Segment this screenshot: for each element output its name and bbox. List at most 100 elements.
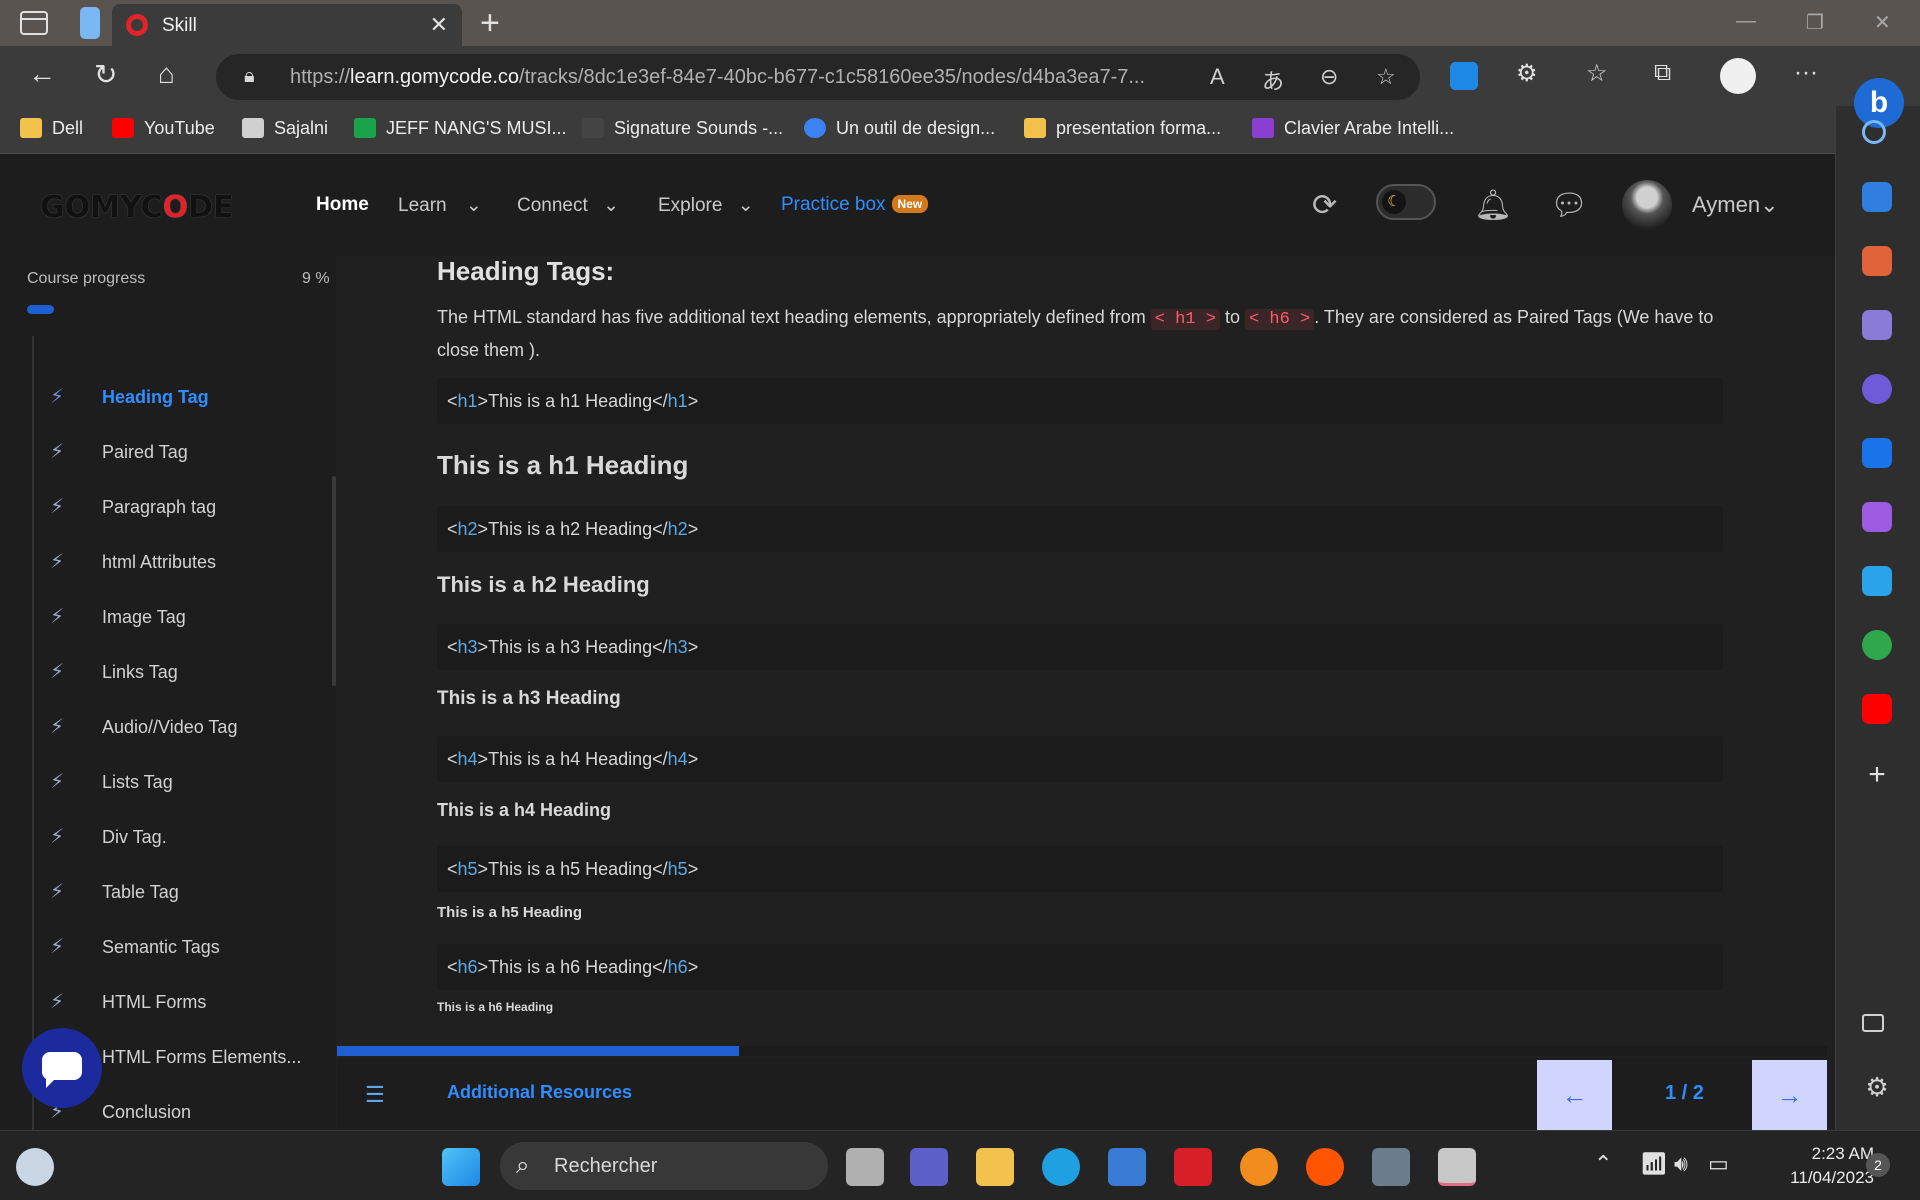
lock-icon[interactable]: 🔒︎: [244, 65, 255, 88]
lesson-item[interactable]: ⚡︎ Semantic Tags: [40, 928, 330, 968]
bookmark-item[interactable]: Signature Sounds -...: [582, 118, 783, 139]
bolt-icon: ⚡︎: [50, 496, 65, 518]
microsoft-store-icon[interactable]: [1108, 1148, 1146, 1186]
snipping-tool-icon[interactable]: [1438, 1148, 1476, 1186]
tab-actions-icon[interactable]: [20, 11, 48, 35]
bookmark-item[interactable]: presentation forma...: [1024, 118, 1221, 139]
home-icon[interactable]: ⌂: [158, 58, 175, 90]
lesson-item[interactable]: ⚡︎ Paired Tag: [40, 433, 330, 473]
favorites-icon[interactable]: ☆: [1586, 59, 1608, 88]
back-icon[interactable]: ←: [28, 58, 56, 90]
edge-icon[interactable]: [1042, 1148, 1080, 1186]
table-of-contents-icon[interactable]: ☰: [365, 1082, 385, 1108]
lesson-item[interactable]: ⚡︎ Audio//Video Tag: [40, 708, 330, 748]
nav-home[interactable]: Home: [316, 194, 369, 216]
more-icon[interactable]: ···: [1794, 59, 1818, 87]
minimize-icon[interactable]: —: [1736, 10, 1756, 33]
wifi-icon[interactable]: 📶︎: [1640, 1151, 1668, 1177]
battery-icon[interactable]: ▭: [1708, 1151, 1729, 1177]
shopping-tag-icon[interactable]: [1862, 182, 1892, 212]
nav-connect[interactable]: Connect ⌄: [517, 194, 619, 217]
additional-resources-link[interactable]: Additional Resources: [447, 1082, 632, 1103]
designer-icon[interactable]: [1862, 502, 1892, 532]
next-page-button[interactable]: →: [1752, 1060, 1827, 1130]
outlook-icon[interactable]: [1862, 438, 1892, 468]
gomycode-logo[interactable]: GOMYCODE: [40, 190, 234, 225]
browser-tab[interactable]: Skill ✕: [112, 4, 462, 46]
lesson-item[interactable]: ⚡︎ Links Tag: [40, 653, 330, 693]
lesson-item[interactable]: ⚡︎ Heading Tag: [40, 378, 330, 418]
bookmark-item[interactable]: Dell: [20, 118, 83, 139]
add-icon[interactable]: +: [1862, 760, 1892, 790]
support-chat-button[interactable]: [22, 1028, 102, 1108]
lesson-item[interactable]: ⚡︎ Table Tag: [40, 873, 330, 913]
teams-chat-icon[interactable]: [910, 1148, 948, 1186]
notifications-bell-icon[interactable]: 🔔︎: [1474, 188, 1512, 223]
lesson-item[interactable]: ⚡︎ Div Tag.: [40, 818, 330, 858]
nav-practice-box[interactable]: Practice box New: [781, 194, 929, 216]
url-text[interactable]: https://learn.gomycode.co/tracks/8dc1e3e…: [290, 66, 1145, 89]
weather-icon[interactable]: [16, 1148, 54, 1186]
tag-name: h4: [667, 749, 688, 769]
lesson-label: HTML Forms Elements...: [102, 1047, 302, 1067]
tab-close-icon[interactable]: ✕: [430, 12, 448, 38]
nav-explore[interactable]: Explore ⌄: [658, 194, 754, 217]
collections-icon[interactable]: ⧉: [1654, 59, 1671, 87]
bookmark-item[interactable]: Clavier Arabe Intelli...: [1252, 118, 1454, 139]
translate-icon[interactable]: あ: [1262, 64, 1284, 96]
taskbar-search[interactable]: ⌕ Rechercher: [500, 1142, 828, 1190]
restore-icon[interactable]: ❐: [1806, 10, 1824, 35]
tree-icon[interactable]: [1862, 630, 1892, 660]
camera-icon[interactable]: [1372, 1148, 1410, 1186]
user-menu[interactable]: Aymen⌄: [1692, 192, 1779, 218]
settings-icon[interactable]: ⚙: [1862, 1072, 1892, 1102]
soundcloud-icon[interactable]: [1306, 1148, 1344, 1186]
lesson-item[interactable]: ⚡︎ Image Tag: [40, 598, 330, 638]
sync-icon[interactable]: ⟳: [1312, 188, 1337, 223]
games-icon[interactable]: [1862, 310, 1892, 340]
profile-icon[interactable]: [1720, 58, 1756, 94]
telegram-icon[interactable]: [1862, 566, 1892, 596]
nav-learn[interactable]: Learn ⌄: [398, 194, 482, 217]
sidebar-scrollbar[interactable]: [332, 476, 336, 686]
messages-icon[interactable]: 💬︎: [1550, 188, 1588, 223]
volume-icon[interactable]: 🔊︎: [1674, 1151, 1688, 1177]
close-window-icon[interactable]: ✕: [1874, 10, 1891, 35]
lesson-item[interactable]: ⚡︎ Paragraph tag: [40, 488, 330, 528]
show-hidden-icons-icon[interactable]: ⌃: [1594, 1151, 1612, 1177]
windows-start-icon[interactable]: [442, 1148, 480, 1186]
office-icon[interactable]: [1862, 374, 1892, 404]
task-view-icon[interactable]: [846, 1148, 884, 1186]
read-aloud-icon[interactable]: A: [1210, 64, 1225, 90]
tag-name: h3: [457, 637, 478, 657]
mcafee-icon[interactable]: [1174, 1148, 1212, 1186]
lesson-item[interactable]: ⚡︎ html Attributes: [40, 543, 330, 583]
system-clock[interactable]: 2:23 AM 11/04/2023: [1754, 1142, 1874, 1190]
youtube-sidebar-icon[interactable]: [1862, 694, 1892, 724]
new-tab-icon[interactable]: +: [480, 4, 500, 43]
lesson-item[interactable]: ⚡︎ Lists Tag: [40, 763, 330, 803]
add-favorite-icon[interactable]: ☆: [1376, 64, 1396, 90]
previous-page-button[interactable]: ←: [1537, 1060, 1612, 1130]
bookmark-item[interactable]: JEFF NANG'S MUSI...: [354, 118, 566, 139]
zoom-out-icon[interactable]: ⊖: [1320, 64, 1338, 90]
refresh-icon[interactable]: ↻: [94, 58, 117, 91]
bookmark-item[interactable]: Un outil de design...: [804, 118, 995, 139]
lesson-label: Heading Tag: [102, 387, 209, 407]
rendered-h1-heading: This is a h1 Heading: [437, 450, 689, 480]
bookmark-item[interactable]: Sajalni: [242, 118, 328, 139]
extension-icon[interactable]: [1450, 62, 1478, 90]
workspaces-icon[interactable]: [80, 7, 100, 39]
tools-briefcase-icon[interactable]: [1862, 246, 1892, 276]
bookmark-item[interactable]: YouTube: [112, 118, 215, 139]
avatar[interactable]: [1622, 180, 1672, 230]
url-field[interactable]: 🔒︎ https://learn.gomycode.co/tracks/8dc1…: [216, 54, 1420, 100]
extensions-icon[interactable]: ⚙: [1516, 59, 1538, 88]
fl-studio-icon[interactable]: [1240, 1148, 1278, 1186]
dark-mode-toggle[interactable]: ☾: [1376, 184, 1436, 220]
file-explorer-icon[interactable]: [976, 1148, 1014, 1186]
sidebar-toggle-icon[interactable]: [1862, 1014, 1884, 1032]
search-icon[interactable]: [1862, 120, 1886, 144]
notification-count-badge[interactable]: 2: [1866, 1153, 1890, 1177]
lesson-item[interactable]: ⚡︎ HTML Forms: [40, 983, 330, 1023]
